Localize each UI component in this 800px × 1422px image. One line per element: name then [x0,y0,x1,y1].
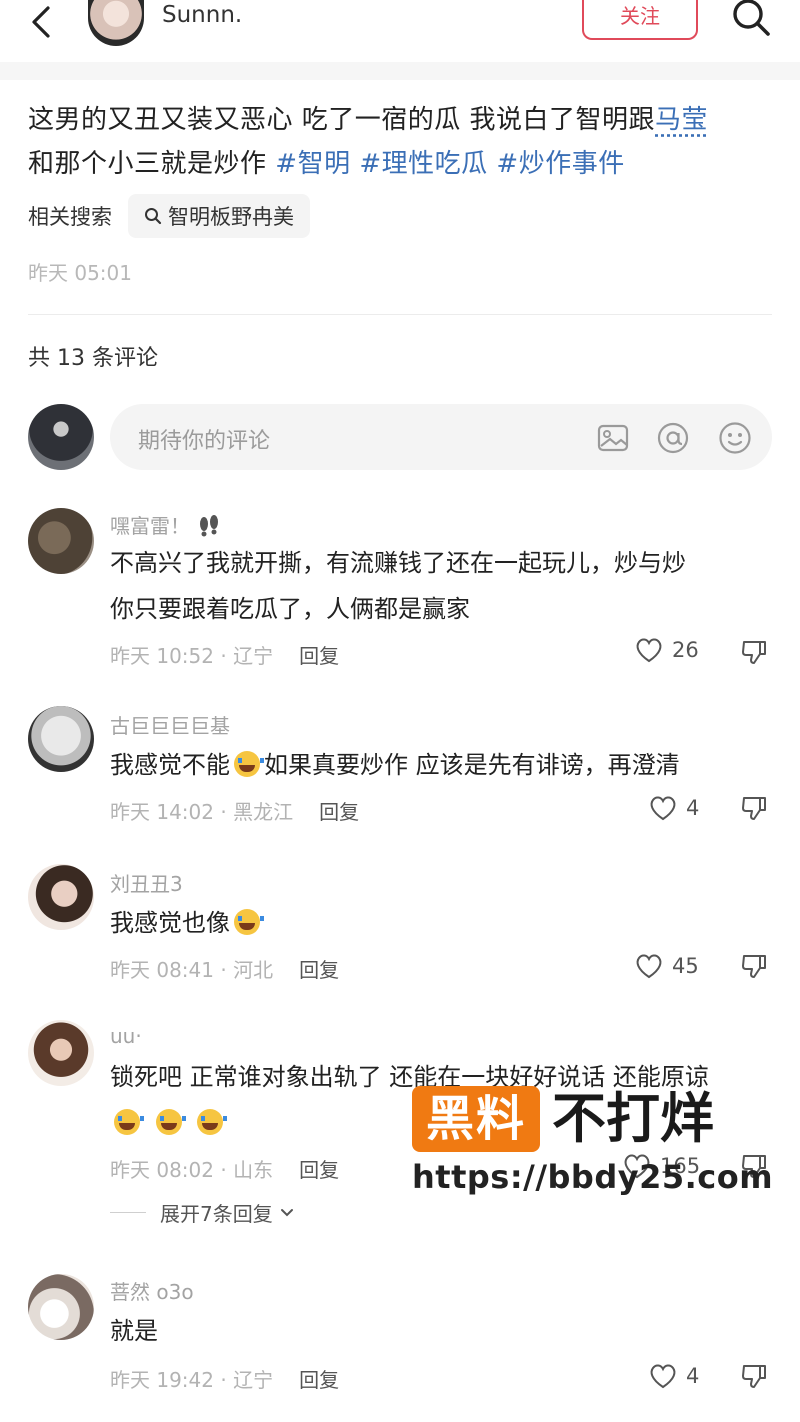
comment-time-location: 昨天 14:02 · 黑龙江 [110,800,294,824]
commenter-name[interactable]: uu· [110,1024,142,1048]
mention-icon[interactable] [656,421,690,455]
commenter-avatar[interactable] [28,1274,94,1340]
related-search-chip[interactable]: 智明板野冉美 [128,194,310,238]
my-avatar [28,404,94,470]
footprints-icon [200,515,219,537]
like-count: 4 [686,796,700,820]
dislike-icon[interactable] [740,952,768,984]
comment-text: 我感觉不能 如果真要炒作 应该是先有诽谤，再澄清 [110,751,680,779]
comment-input[interactable]: 期待你的评论 [110,404,772,470]
commenter-avatar[interactable] [28,1020,94,1086]
like-button[interactable]: 4 [648,1362,699,1390]
watermark-url: https://bbdy25.com [412,1158,774,1196]
heart-icon [636,954,662,979]
post-time: 昨天 05:01 [28,261,132,285]
commenter-avatar[interactable] [28,706,94,772]
hashtag-2[interactable]: #理性吃瓜 [359,149,487,179]
expand-divider-line [110,1212,146,1213]
reply-button[interactable]: 回复 [299,640,339,669]
watermark-title: 不打烊 [552,1087,714,1150]
comment-meta: 昨天 10:52 · 辽宁 回复 [110,640,339,669]
related-search-query: 智明板野冉美 [168,205,294,229]
comment-text: 就是 [110,1317,158,1345]
hashtag-3[interactable]: #炒作事件 [496,149,624,179]
like-button[interactable]: 45 [634,952,699,980]
crying-laugh-emoji-icon [197,1109,228,1135]
expand-replies-label: 展开7条回复 [160,1202,273,1226]
like-button[interactable]: 4 [648,794,699,822]
comment-input-placeholder: 期待你的评论 [138,429,271,454]
comment-meta: 昨天 14:02 · 黑龙江 回复 [110,796,359,825]
reply-button[interactable]: 回复 [299,1154,339,1183]
like-count: 4 [686,1364,700,1388]
heart-icon [636,638,662,663]
comment-time-location: 昨天 10:52 · 辽宁 [110,644,274,668]
comment-time-location: 昨天 08:41 · 河北 [110,958,274,982]
heart-icon [650,796,676,821]
comment-time-location: 昨天 19:42 · 辽宁 [110,1368,274,1392]
follow-button[interactable]: 关注 [582,0,698,40]
hashtag-1[interactable]: #智明 [275,149,350,179]
commenter-name[interactable]: 菩然 o3o [110,1276,194,1305]
search-icon [145,208,162,225]
divider [28,314,772,315]
comment-text: 我感觉也像 [110,900,780,946]
crying-laugh-emoji-icon [234,751,264,777]
comment-meta: 昨天 08:02 · 山东 回复 [110,1154,339,1183]
reply-button[interactable]: 回复 [299,954,339,983]
reply-button[interactable]: 回复 [299,1364,339,1393]
related-search: 相关搜索 智明板野冉美 [28,194,310,238]
chevron-down-icon [280,1208,293,1216]
search-icon[interactable] [730,0,774,40]
dislike-icon[interactable] [740,1362,768,1394]
top-bar: Sunnn. 关注 [0,0,800,62]
comment-meta: 昨天 19:42 · 辽宁 回复 [110,1364,339,1393]
commenter-avatar[interactable] [28,864,94,930]
like-button[interactable]: 26 [634,636,699,664]
author-avatar[interactable] [88,0,144,46]
post-text-continued: 和那个小三就是炒作 [28,149,267,179]
header-divider [0,62,800,80]
back-icon[interactable] [22,4,62,44]
crying-laugh-emoji-icon [155,1109,186,1135]
crying-laugh-emoji-icon [234,909,264,935]
dislike-icon[interactable] [740,638,768,670]
related-search-label: 相关搜索 [28,205,112,229]
commenter-name[interactable]: 古巨巨巨巨基 [110,710,230,739]
comment-time-location: 昨天 08:02 · 山东 [110,1158,274,1182]
comment-text: 不高兴了我就开撕，有流赚钱了还在一起玩儿，炒与炒 你只要跟着吃瓜了，人俩都是赢家 [110,549,686,623]
watermark-badge: 黑料 [412,1086,540,1152]
post-content: 这男的又丑又装又恶心 吃了一宿的瓜 我说白了智明跟马莹 和那个小三就是炒作 #智… [28,98,778,186]
post-text-main: 这男的又丑又装又恶心 吃了一宿的瓜 我说白了智明跟 [28,105,656,135]
comment-meta: 昨天 08:41 · 河北 回复 [110,954,339,983]
commenter-name[interactable]: 刘丑丑3 [110,868,183,897]
like-count: 26 [672,638,699,662]
author-name[interactable]: Sunnn. [162,2,242,28]
crying-laugh-emoji-icon [114,1109,144,1135]
expand-replies-button[interactable]: 展开7条回复 [110,1198,297,1227]
image-icon[interactable] [596,421,630,455]
comment-count: 共 13 条评论 [28,346,158,371]
watermark: 黑料 不打烊 https://bbdy25.com [410,1086,773,1196]
heart-icon [650,1364,676,1389]
commenter-name[interactable]: 嘿富雷！ [110,510,222,539]
like-count: 45 [672,954,699,978]
dislike-icon[interactable] [740,794,768,826]
emoji-icon[interactable] [718,421,752,455]
mention-link[interactable]: 马莹 [655,105,708,135]
commenter-avatar[interactable] [28,508,94,574]
reply-button[interactable]: 回复 [319,796,359,825]
